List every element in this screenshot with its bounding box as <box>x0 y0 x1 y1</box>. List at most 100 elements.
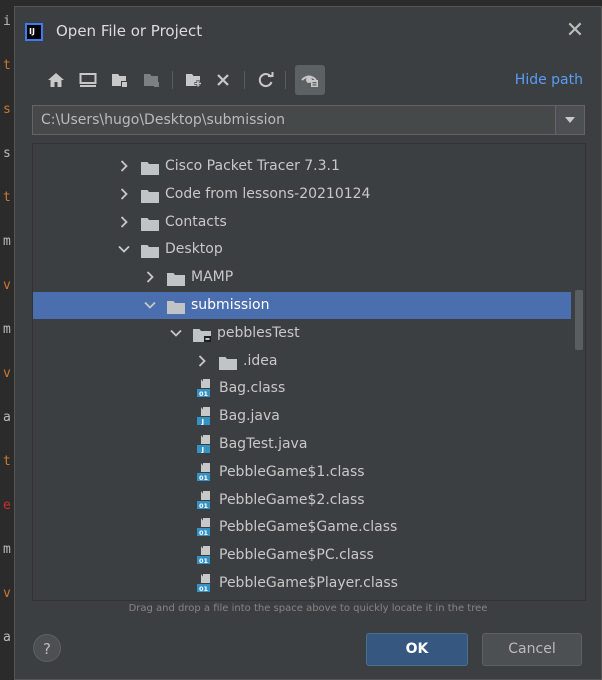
tree-row-label: BagTest.java <box>219 436 308 452</box>
tree-scrollbar-thumb[interactable] <box>575 290 583 350</box>
editor-char: m <box>3 542 11 557</box>
svg-text:J: J <box>201 446 205 453</box>
toolbar: Hide path <box>15 65 601 95</box>
tree-row[interactable]: Desktop <box>33 236 571 263</box>
editor-char: v <box>3 278 11 293</box>
tree-row-label: .idea <box>243 352 278 369</box>
tree-row[interactable]: 01 PebbleGame$1.class <box>33 459 571 486</box>
tree-row[interactable]: J Bag.java <box>33 403 571 430</box>
chevron-right-icon[interactable] <box>117 215 131 229</box>
help-button[interactable]: ? <box>33 634 61 662</box>
new-folder-icon[interactable] <box>181 67 207 93</box>
desktop-icon[interactable] <box>75 67 101 93</box>
folder-icon <box>219 355 237 370</box>
svg-text:01: 01 <box>199 585 209 592</box>
tree-row[interactable]: .idea <box>33 348 571 375</box>
class-file-icon: 01 <box>195 379 213 398</box>
chevron-down-icon[interactable] <box>169 326 183 340</box>
open-file-dialog: IJ Open File or Project ✕ Hide path C:\U… <box>14 6 602 680</box>
file-tree[interactable]: Cisco Packet Tracer 7.3.1 Code from lesso… <box>32 143 586 601</box>
tree-row-label: PebbleGame$Player.class <box>219 575 398 591</box>
dialog-title: Open File or Project <box>56 22 203 40</box>
tree-row[interactable]: 01 PebbleGame$PC.class <box>33 542 571 569</box>
tree-row-label: Desktop <box>165 241 223 258</box>
editor-char: a <box>3 410 11 425</box>
path-combobox[interactable]: C:\Users\hugo\Desktop\submission <box>32 105 585 135</box>
folder-icon <box>167 271 185 287</box>
show-hidden-icon[interactable] <box>295 65 325 95</box>
class-file-icon: 01 <box>195 518 213 537</box>
tree-row-label: pebblesTest <box>217 324 300 341</box>
dialog-titlebar: IJ Open File or Project ✕ <box>15 7 601 57</box>
tree-row[interactable]: submission <box>33 292 571 319</box>
class-file-icon: 01 <box>195 574 213 593</box>
delete-icon[interactable] <box>210 67 236 93</box>
svg-text:01: 01 <box>199 502 209 509</box>
tree-row[interactable]: Cisco Packet Tracer 7.3.1 <box>33 153 571 180</box>
tree-row[interactable]: 01 PebbleGame$Player.class <box>33 570 571 597</box>
editor-char: t <box>3 454 11 469</box>
chevron-right-icon[interactable] <box>117 159 131 173</box>
module-folder-icon[interactable] <box>139 67 165 93</box>
tree-row[interactable]: Code from lessons-20210124 <box>33 181 571 208</box>
editor-char: t <box>3 58 11 73</box>
class-file-icon: 01 <box>195 546 213 565</box>
chevron-right-icon[interactable] <box>117 187 131 201</box>
background-editor-gutter: i t s s t m v m v a t e m v a <box>0 0 14 680</box>
home-icon[interactable] <box>43 67 69 93</box>
svg-text:01: 01 <box>199 557 209 564</box>
tree-row-label: Bag.class <box>219 380 286 397</box>
tree-row-label: Code from lessons-20210124 <box>165 185 371 202</box>
folder-icon <box>141 216 159 231</box>
module-folder-icon <box>193 327 211 342</box>
tree-row-label: Cisco Packet Tracer 7.3.1 <box>165 158 340 174</box>
refresh-icon[interactable] <box>253 67 279 93</box>
tree-row-label: PebbleGame$2.class <box>219 491 365 508</box>
editor-char: i <box>3 14 11 29</box>
editor-char: s <box>3 102 11 117</box>
tree-row-label: MAMP <box>191 269 234 286</box>
folder-icon <box>167 299 185 314</box>
chevron-down-icon[interactable] <box>117 242 131 256</box>
close-icon[interactable]: ✕ <box>561 17 589 45</box>
editor-char: m <box>3 322 11 337</box>
cancel-button[interactable]: Cancel <box>482 633 582 666</box>
path-dropdown-button[interactable] <box>555 106 584 134</box>
project-folder-icon[interactable] <box>107 67 133 93</box>
folder-icon <box>141 188 159 203</box>
tree-row-label: Contacts <box>165 213 227 230</box>
tree-row[interactable]: 01 PebbleGame$Game.class <box>33 514 571 541</box>
editor-char: v <box>3 366 11 381</box>
folder-icon <box>141 160 159 175</box>
class-file-icon: 01 <box>195 462 213 482</box>
editor-char: v <box>3 586 11 601</box>
svg-text:01: 01 <box>199 529 209 536</box>
chevron-right-icon[interactable] <box>143 270 157 284</box>
java-file-icon: J <box>195 407 213 426</box>
chevron-down-icon <box>565 117 575 123</box>
tree-row-label: submission <box>191 297 270 313</box>
chevron-down-icon[interactable] <box>143 298 157 312</box>
java-file-icon: J <box>195 435 213 454</box>
hide-path-link[interactable]: Hide path <box>515 72 583 88</box>
tree-row-label: PebbleGame$PC.class <box>219 547 374 564</box>
tree-row[interactable]: 01 Bag.class <box>33 375 571 402</box>
tree-row[interactable]: MAMP <box>33 264 571 291</box>
chevron-right-icon[interactable] <box>195 354 209 368</box>
tree-row-label: PebbleGame$Game.class <box>219 519 398 536</box>
tree-row[interactable]: J BagTest.java <box>33 431 571 458</box>
tree-row[interactable]: Contacts <box>33 209 571 236</box>
drag-drop-hint: Drag and drop a file into the space abov… <box>128 603 488 614</box>
tree-row-label: Bag.java <box>219 408 280 425</box>
ok-button[interactable]: OK <box>366 633 468 666</box>
editor-char: t <box>3 190 11 205</box>
tree-row-label: PebbleGame$1.class <box>219 463 365 480</box>
tree-row[interactable]: 01PebbleGame.class <box>33 598 571 600</box>
editor-char: e <box>3 498 11 513</box>
intellij-app-icon: IJ <box>25 23 43 41</box>
path-input[interactable]: C:\Users\hugo\Desktop\submission <box>41 112 285 128</box>
tree-row[interactable]: pebblesTest <box>33 320 571 347</box>
folder-icon <box>141 243 159 259</box>
tree-row[interactable]: 01 PebbleGame$2.class <box>33 487 571 514</box>
svg-text:01: 01 <box>199 474 209 481</box>
